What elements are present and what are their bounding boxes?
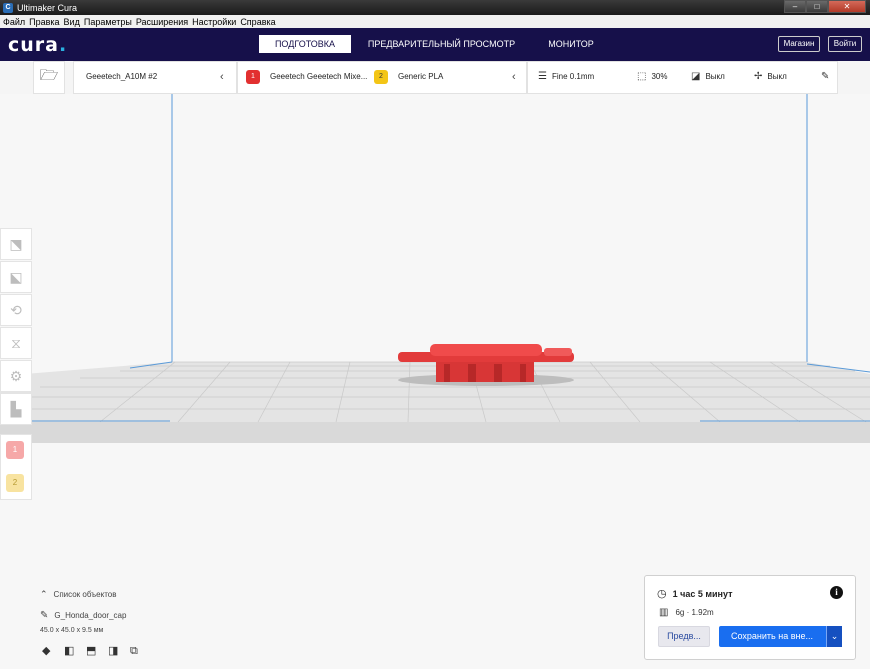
folder-open-icon: 🗁 xyxy=(39,67,59,84)
menu-edit[interactable]: Правка xyxy=(29,17,59,27)
info-icon[interactable]: i xyxy=(830,586,843,599)
window-titlebar: C Ultimaker Cura – □ ✕ xyxy=(0,0,870,15)
menu-bar: Файл Правка Вид Параметры Расширения Нас… xyxy=(0,15,870,28)
chevron-left-icon: ‹ xyxy=(512,71,516,83)
per-model-settings-tool[interactable]: ⚙ xyxy=(0,360,32,392)
minimize-button[interactable]: – xyxy=(784,0,806,13)
profile-icon: ☰ xyxy=(538,71,547,82)
support-blocker-tool[interactable]: ▙ xyxy=(0,393,32,425)
window-title: Ultimaker Cura xyxy=(17,2,78,13)
infill-value: 30% xyxy=(651,72,668,81)
profile-setting: ☰ Fine 0.1mm xyxy=(538,71,594,82)
login-button[interactable]: Войти xyxy=(828,36,862,52)
print-time-row: ◷ 1 час 5 минут xyxy=(657,587,733,600)
save-to-removable-button[interactable]: Сохранить на вне... xyxy=(719,626,842,647)
move-tool[interactable]: ⬔ xyxy=(0,228,32,260)
tab-preview[interactable]: ПРЕДВАРИТЕЛЬНЫЙ ПРОСМОТР xyxy=(360,35,523,53)
rotate-tool[interactable]: ⟲ xyxy=(0,294,32,326)
print-summary-panel: ◷ 1 час 5 минут i ▥ 6g · 1.92m Предв... … xyxy=(644,575,856,660)
camera-view-buttons: ◆ ◧ ⬒ ◨ ⧉ xyxy=(42,645,142,657)
support-value: Выкл xyxy=(705,72,725,81)
object-filename: G_Honda_door_cap xyxy=(54,611,127,620)
adhesion-icon: ✢ xyxy=(754,71,763,82)
object-list-header: Список объектов xyxy=(53,590,117,599)
menu-settings[interactable]: Настройки xyxy=(192,17,236,27)
extruder-2-badge: 2 xyxy=(374,70,388,84)
profile-value: Fine 0.1mm xyxy=(551,72,595,81)
extruder-configuration[interactable]: 1 Geeetech Geeetech Mixe... 2 Generic PL… xyxy=(237,61,527,94)
extruder-1-select-button[interactable]: 1 xyxy=(6,441,24,459)
tab-monitor[interactable]: МОНИТОР xyxy=(535,35,607,53)
cura-app-icon: C xyxy=(3,2,13,13)
menu-file[interactable]: Файл xyxy=(3,17,25,27)
adhesion-value: Выкл xyxy=(767,72,787,81)
infill-icon: ⬚ xyxy=(637,71,647,82)
top-view-icon[interactable]: ⬒ xyxy=(86,645,98,657)
menu-parameters[interactable]: Параметры xyxy=(84,17,132,27)
extruder-2-material: Generic PLA xyxy=(398,72,444,81)
pencil-icon: ✎ xyxy=(821,71,830,82)
scale-tool[interactable]: ⬕ xyxy=(0,261,32,293)
3d-view-icon[interactable]: ◆ xyxy=(42,645,54,657)
right-view-icon[interactable]: ⧉ xyxy=(130,645,142,657)
extruder-1-material: Geeetech Geeetech Mixe... xyxy=(270,72,368,81)
extruder-2-select-button[interactable]: 2 xyxy=(6,474,24,492)
mirror-icon: ⧖ xyxy=(11,334,21,351)
object-dimensions: 45.0 x 45.0 x 9.5 мм xyxy=(40,627,104,634)
material-estimate-row: ▥ 6g · 1.92m xyxy=(659,607,714,618)
adhesion-setting: ✢ Выкл xyxy=(754,71,787,82)
spool-icon: ▥ xyxy=(659,607,669,618)
move-icon: ⬔ xyxy=(9,235,23,252)
output-device-dropdown-button[interactable]: ⌄ xyxy=(826,626,842,647)
print-time: 1 час 5 минут xyxy=(672,588,733,599)
object-filename-row[interactable]: ✎ G_Honda_door_cap xyxy=(40,610,126,621)
support-icon: ◪ xyxy=(691,71,701,82)
machine-selector[interactable]: Geeetech_A10M #2 ‹ xyxy=(73,61,237,94)
close-button[interactable]: ✕ xyxy=(828,0,866,13)
preview-button[interactable]: Предв... xyxy=(658,626,710,647)
chevron-down-icon: ⌄ xyxy=(830,631,839,641)
per-model-settings-icon: ⚙ xyxy=(9,367,23,384)
extruder-1-badge: 1 xyxy=(246,70,260,84)
infill-setting: ⬚ 30% xyxy=(637,71,667,82)
object-list-toggle[interactable]: ⌃ Список объектов xyxy=(40,589,116,600)
open-file-button[interactable]: 🗁 xyxy=(33,61,65,94)
maximize-button[interactable]: □ xyxy=(806,0,828,13)
cura-logo: cura. xyxy=(8,34,68,56)
scale-icon: ⬕ xyxy=(9,268,23,285)
marketplace-button[interactable]: Магазин xyxy=(778,36,820,52)
material-estimate: 6g · 1.92m xyxy=(675,608,714,617)
tab-prepare[interactable]: ПОДГОТОВКА xyxy=(259,35,351,53)
app-header: cura. ПОДГОТОВКА ПРЕДВАРИТЕЛЬНЫЙ ПРОСМОТ… xyxy=(0,28,870,61)
rotate-icon: ⟲ xyxy=(10,301,22,318)
menu-help[interactable]: Справка xyxy=(240,17,275,27)
clock-icon: ◷ xyxy=(657,588,667,600)
chevron-left-icon: ‹ xyxy=(220,71,224,83)
front-view-icon[interactable]: ◧ xyxy=(64,645,76,657)
menu-view[interactable]: Вид xyxy=(64,17,80,27)
left-view-icon[interactable]: ◨ xyxy=(108,645,120,657)
support-blocker-icon: ▙ xyxy=(10,400,22,417)
chevron-up-icon: ⌃ xyxy=(40,589,48,599)
menu-extensions[interactable]: Расширения xyxy=(136,17,188,27)
machine-name: Geeetech_A10M #2 xyxy=(86,72,158,81)
support-setting: ◪ Выкл xyxy=(691,71,725,82)
pencil-icon: ✎ xyxy=(40,610,49,621)
mirror-tool[interactable]: ⧖ xyxy=(0,327,32,359)
window-controls: – □ ✕ xyxy=(784,0,866,13)
print-settings-selector[interactable]: ☰ Fine 0.1mm ⬚ 30% ◪ Выкл ✢ Выкл ✎ xyxy=(527,61,838,94)
